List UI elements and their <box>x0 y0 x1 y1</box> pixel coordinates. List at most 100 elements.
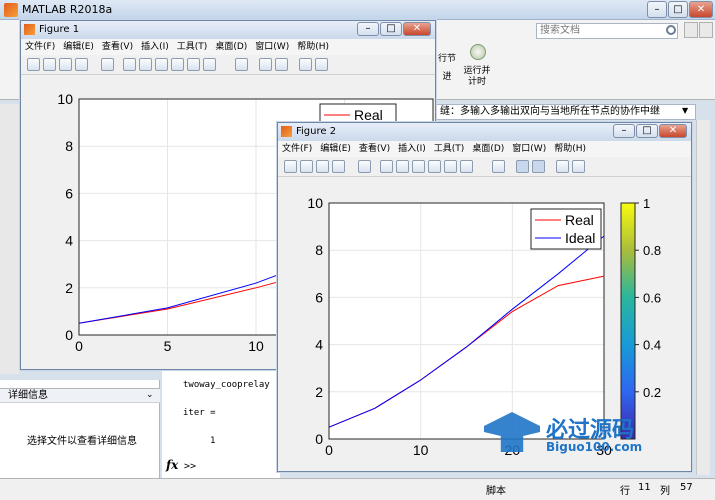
legend-label: Ideal <box>565 230 595 246</box>
left-sidebar-strip <box>0 104 20 374</box>
y-tick-label: 10 <box>57 91 73 107</box>
new-figure-icon[interactable] <box>284 160 297 173</box>
close-button[interactable]: ✕ <box>403 22 431 36</box>
figure1-titlebar[interactable]: Figure 1 – □ ✕ <box>21 21 435 39</box>
link-plot-icon[interactable] <box>492 160 505 173</box>
figure2-titlebar[interactable]: Figure 2 – □ ✕ <box>278 123 691 141</box>
status-script-label: 脚本 <box>486 486 506 497</box>
hide-plot-tools-icon[interactable] <box>259 58 272 71</box>
status-bar <box>0 478 715 500</box>
insert-colorbar-icon[interactable] <box>556 160 569 173</box>
menu-item-0[interactable]: 文件(F) <box>21 42 59 52</box>
data-cursor-icon[interactable] <box>444 160 457 173</box>
run-section-label[interactable]: 行节 <box>434 54 460 65</box>
new-figure-icon[interactable] <box>27 58 40 71</box>
figure1-menubar: 文件(F) 编辑(E) 查看(V) 插入(I) 工具(T) 桌面(D) 窗口(W) 帮助(H) <box>21 39 435 55</box>
y-tick-label: 6 <box>315 289 323 305</box>
details-message: 选择文件以查看详细信息 <box>27 436 137 447</box>
chevron-down-icon[interactable]: ▼ <box>682 106 688 115</box>
search-input[interactable]: 搜索文档 <box>536 23 678 39</box>
menu-item-2[interactable]: 查看(V) <box>98 42 137 52</box>
advance-label[interactable]: 进 <box>434 72 460 83</box>
command-prompt[interactable]: >> <box>184 461 196 472</box>
colorbar[interactable] <box>620 202 636 440</box>
colorbar-tick-label: 1 <box>643 196 650 211</box>
show-plot-tools-icon[interactable] <box>532 160 545 173</box>
filter-icon[interactable] <box>684 22 698 38</box>
print-icon[interactable] <box>75 58 88 71</box>
minimize-button[interactable]: – <box>613 124 635 138</box>
minimize-button[interactable]: – <box>647 1 667 18</box>
pan-icon[interactable] <box>155 58 168 71</box>
menu-item-1[interactable]: 编辑(E) <box>59 42 98 52</box>
menu-item-5[interactable]: 桌面(D) <box>468 144 508 154</box>
run-and-time-label[interactable]: 运行并 计时 <box>458 66 496 88</box>
pan-icon[interactable] <box>412 160 425 173</box>
figure1-title: Figure 1 <box>39 24 80 35</box>
menu-item-7[interactable]: 帮助(H) <box>293 42 333 52</box>
editor-scrollbar[interactable] <box>696 120 710 475</box>
collapse-icon[interactable]: ⌄ <box>146 390 154 400</box>
print-icon[interactable] <box>332 160 345 173</box>
colorbar-tick-label: 0.4 <box>643 338 661 353</box>
brush-icon[interactable] <box>203 58 216 71</box>
command-output-line: iter = <box>183 408 216 418</box>
menu-item-0[interactable]: 文件(F) <box>278 144 316 154</box>
maximize-button[interactable]: □ <box>380 22 402 36</box>
x-tick-label: 0 <box>325 442 333 458</box>
menu-item-2[interactable]: 查看(V) <box>355 144 394 154</box>
save-icon[interactable] <box>316 160 329 173</box>
x-tick-label: 5 <box>164 338 172 354</box>
minimize-button[interactable]: – <box>357 22 379 36</box>
maximize-button[interactable]: □ <box>668 1 688 18</box>
edit-plot-icon[interactable] <box>358 160 371 173</box>
y-tick-label: 2 <box>315 384 323 400</box>
show-plot-tools-icon[interactable] <box>275 58 288 71</box>
main-titlebar: MATLAB R2018a – □ ✕ <box>0 0 715 20</box>
brush-icon[interactable] <box>460 160 473 173</box>
y-tick-label: 6 <box>65 185 73 201</box>
legend-label: Real <box>565 212 594 228</box>
watermark-url: Biguo100.com <box>546 440 643 454</box>
rotate-icon[interactable] <box>171 58 184 71</box>
menu-item-5[interactable]: 桌面(D) <box>211 42 251 52</box>
zoom-in-icon[interactable] <box>123 58 136 71</box>
status-col-label: 列 <box>660 486 670 497</box>
open-icon[interactable] <box>43 58 56 71</box>
save-icon[interactable] <box>59 58 72 71</box>
function-browser-icon[interactable]: fx <box>166 458 178 472</box>
close-button[interactable]: ✕ <box>689 1 713 18</box>
status-row-label: 行 <box>620 486 630 497</box>
menu-item-3[interactable]: 插入(I) <box>394 144 430 154</box>
details-header[interactable]: 详细信息 <box>0 388 160 403</box>
insert-legend-icon[interactable] <box>572 160 585 173</box>
open-icon[interactable] <box>300 160 313 173</box>
menu-item-6[interactable]: 窗口(W) <box>508 144 550 154</box>
zoom-in-icon[interactable] <box>380 160 393 173</box>
menu-item-3[interactable]: 插入(I) <box>137 42 173 52</box>
current-folder-bar[interactable]: 缝：多输入多输出双向与当地所在节点的协作中继 <box>436 104 696 120</box>
hide-plot-tools-icon[interactable] <box>516 160 529 173</box>
insert-legend-icon[interactable] <box>315 58 328 71</box>
search-icon[interactable] <box>666 25 676 35</box>
menu-item-6[interactable]: 窗口(W) <box>251 42 293 52</box>
close-button[interactable]: ✕ <box>659 124 687 138</box>
zoom-out-icon[interactable] <box>139 58 152 71</box>
menu-item-4[interactable]: 工具(T) <box>430 144 469 154</box>
help-icon[interactable] <box>699 22 713 38</box>
y-tick-label: 4 <box>65 233 73 249</box>
matlab-logo-icon <box>4 3 18 17</box>
run-and-time-icon[interactable] <box>470 44 486 60</box>
insert-colorbar-icon[interactable] <box>299 58 312 71</box>
status-col-value: 57 <box>680 482 693 493</box>
edit-plot-icon[interactable] <box>101 58 114 71</box>
menu-item-1[interactable]: 编辑(E) <box>316 144 355 154</box>
maximize-button[interactable]: □ <box>636 124 658 138</box>
data-cursor-icon[interactable] <box>187 58 200 71</box>
link-plot-icon[interactable] <box>235 58 248 71</box>
rotate-icon[interactable] <box>428 160 441 173</box>
zoom-out-icon[interactable] <box>396 160 409 173</box>
menu-item-7[interactable]: 帮助(H) <box>550 144 590 154</box>
menu-item-4[interactable]: 工具(T) <box>173 42 212 52</box>
command-output-line: twoway_cooprelay <box>183 380 270 390</box>
